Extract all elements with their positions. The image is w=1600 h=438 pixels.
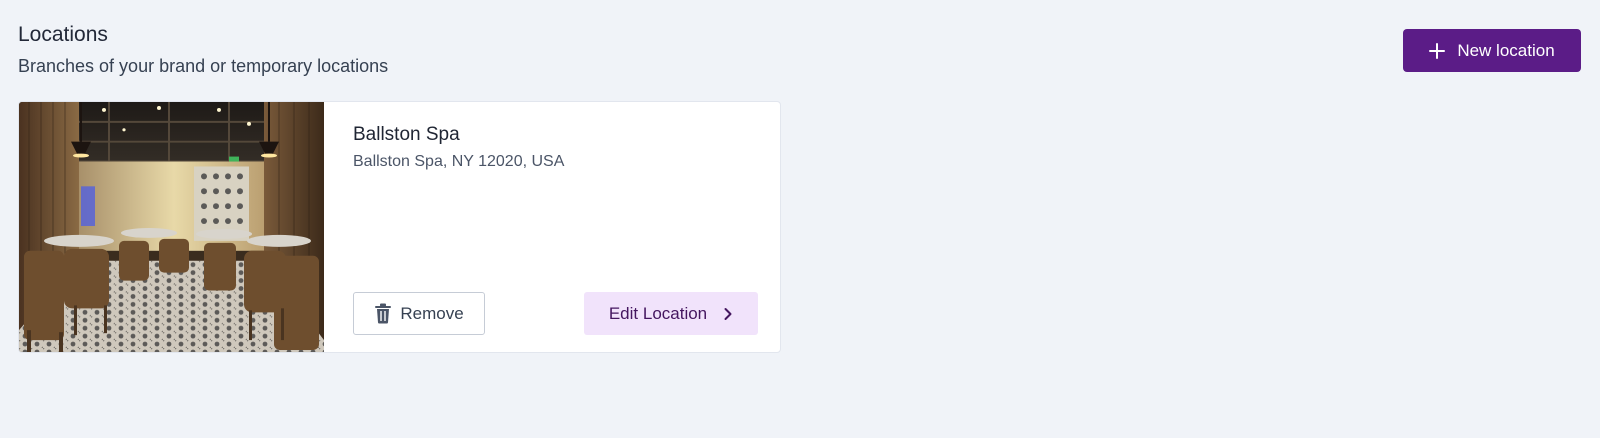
remove-label: Remove	[400, 303, 464, 323]
location-info: Ballston Spa Ballston Spa, NY 12020, USA…	[324, 102, 780, 352]
locations-page: Locations Branches of your brand or temp…	[0, 0, 1600, 438]
remove-location-button[interactable]: Remove	[353, 292, 485, 335]
new-location-button[interactable]: New location	[1403, 29, 1581, 72]
edit-location-label: Edit Location	[608, 303, 708, 323]
location-image	[19, 102, 324, 352]
chevron-right-icon	[723, 307, 733, 321]
page-header: Locations Branches of your brand or temp…	[18, 22, 388, 78]
page-title: Locations	[18, 23, 108, 46]
plus-icon	[1429, 42, 1446, 59]
page-subtitle: Branches of your brand or temporary loca…	[18, 56, 389, 76]
edit-location-button[interactable]: Edit Location	[584, 292, 758, 335]
location-card: Ballston Spa Ballston Spa, NY 12020, USA…	[18, 101, 781, 353]
location-address: Ballston Spa, NY 12020, USA	[353, 153, 565, 170]
new-location-label: New location	[1457, 40, 1555, 60]
trash-icon	[374, 303, 392, 324]
location-name: Ballston Spa	[353, 124, 460, 145]
